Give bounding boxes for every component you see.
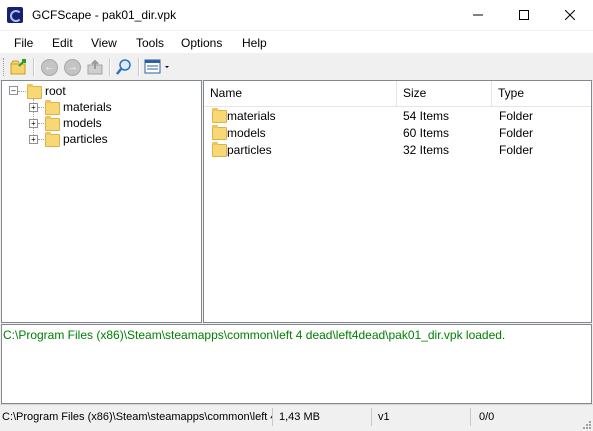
toolbar-separator <box>138 58 140 76</box>
search-icon <box>116 59 131 75</box>
back-arrow-icon: ← <box>41 59 58 76</box>
list-item[interactable]: models 60 Items Folder <box>204 124 591 141</box>
gcfscape-app-icon[interactable] <box>7 7 23 23</box>
gcfscape-window: GCFScape - pak01_dir.vpk File Edit View … <box>0 0 593 431</box>
list-item[interactable]: particles 32 Items Folder <box>204 141 591 158</box>
status-path: C:\Program Files (x86)\Steam\steamapps\c… <box>2 408 273 426</box>
window-title: GCFScape - pak01_dir.vpk <box>32 8 177 22</box>
open-button[interactable] <box>10 58 28 76</box>
folder-tree[interactable]: – root + materials + models + particles <box>1 80 202 323</box>
tree-node-models[interactable]: + models <box>2 115 199 131</box>
folder-icon <box>45 116 60 131</box>
tree-label-root: root <box>45 84 66 98</box>
menu-options[interactable]: Options <box>181 36 222 50</box>
close-icon <box>564 9 576 21</box>
folder-icon <box>45 132 60 147</box>
toolbar-grip[interactable] <box>3 58 6 76</box>
tree-label-materials: materials <box>63 100 112 114</box>
log-console[interactable]: C:\Program Files (x86)\Steam\steamapps\c… <box>1 324 592 404</box>
toolbar-separator <box>33 58 35 76</box>
status-version: v1 <box>378 408 471 426</box>
item-size: 32 Items <box>403 143 450 157</box>
menu-view[interactable]: View <box>91 36 117 50</box>
tree-label-models: models <box>63 116 102 130</box>
menu-bar: File Edit View Tools Options Help <box>0 31 593 53</box>
folder-icon <box>212 142 227 157</box>
menu-tools[interactable]: Tools <box>136 36 164 50</box>
column-header-size[interactable]: Size <box>397 81 492 106</box>
details-view-icon <box>144 59 169 74</box>
expand-icon[interactable]: + <box>29 135 38 144</box>
item-name: materials <box>227 109 276 123</box>
folder-icon <box>212 125 227 140</box>
menu-edit[interactable]: Edit <box>52 36 73 50</box>
folder-icon <box>45 100 60 115</box>
up-button[interactable] <box>86 58 104 76</box>
close-button[interactable] <box>547 0 593 30</box>
status-bar: C:\Program Files (x86)\Steam\steamapps\c… <box>0 404 593 431</box>
title-bar[interactable]: GCFScape - pak01_dir.vpk <box>0 0 593 30</box>
minimize-button[interactable] <box>455 0 501 30</box>
maximize-icon <box>519 10 529 20</box>
log-message: C:\Program Files (x86)\Steam\steamapps\c… <box>3 328 506 342</box>
item-type: Folder <box>499 109 534 123</box>
toolbar-separator <box>109 58 111 76</box>
folder-icon <box>212 108 227 123</box>
list-header: Name Size Type <box>204 81 591 107</box>
minimize-icon <box>473 14 483 16</box>
toolbar: ← → <box>0 54 593 81</box>
tree-node-root[interactable]: – root <box>2 83 199 99</box>
status-count: 0/0 <box>479 411 495 423</box>
folder-icon <box>27 84 42 99</box>
tree-node-materials[interactable]: + materials <box>2 99 199 115</box>
column-header-type[interactable]: Type <box>492 81 591 106</box>
menu-help[interactable]: Help <box>242 36 267 50</box>
forward-button[interactable]: → <box>63 58 81 76</box>
file-list[interactable]: Name Size Type materials 54 Items Folder… <box>203 80 592 323</box>
menu-file[interactable]: File <box>14 36 33 50</box>
up-folder-icon <box>87 59 103 75</box>
item-type: Folder <box>499 143 534 157</box>
item-name: models <box>227 126 266 140</box>
column-header-name[interactable]: Name <box>204 81 397 106</box>
maximize-button[interactable] <box>501 0 547 30</box>
item-size: 60 Items <box>403 126 450 140</box>
view-mode-button[interactable] <box>144 58 172 76</box>
back-button[interactable]: ← <box>40 58 58 76</box>
resize-grip-icon[interactable] <box>581 419 591 429</box>
expand-icon[interactable]: + <box>29 119 38 128</box>
item-size: 54 Items <box>403 109 450 123</box>
chevron-down-icon <box>165 66 169 68</box>
open-folder-icon <box>10 59 26 75</box>
find-button[interactable] <box>115 58 133 76</box>
tree-node-particles[interactable]: + particles <box>2 131 199 147</box>
expand-icon[interactable]: + <box>29 103 38 112</box>
tree-label-particles: particles <box>63 132 108 146</box>
item-type: Folder <box>499 126 534 140</box>
status-size: 1,43 MB <box>279 408 372 426</box>
forward-arrow-icon: → <box>64 59 81 76</box>
collapse-icon[interactable]: – <box>9 86 18 95</box>
list-item[interactable]: materials 54 Items Folder <box>204 107 591 124</box>
item-name: particles <box>227 143 272 157</box>
